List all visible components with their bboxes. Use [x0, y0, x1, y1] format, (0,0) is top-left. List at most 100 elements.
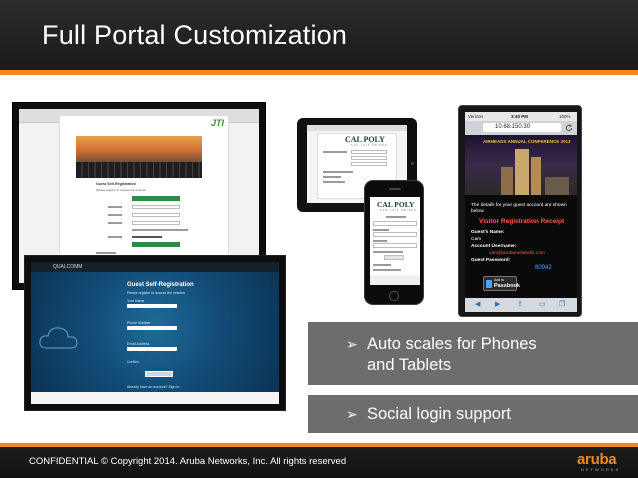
status-bar: Verizon 3:40 PM 100%	[465, 112, 577, 121]
form-field[interactable]	[373, 243, 417, 248]
back-icon[interactable]: ◀	[475, 300, 480, 308]
passbook-icon	[486, 280, 492, 288]
desktop-screen-alt: QUALCOMM Guest Self-Registration Please …	[31, 262, 279, 404]
form-label	[108, 236, 122, 238]
sign-in-link[interactable]: Already have an account? Sign In	[127, 385, 179, 389]
passbook-add-label: Add to	[494, 278, 505, 282]
copyright-text: CONFIDENTIAL © Copyright 2014. Aruba Net…	[29, 456, 347, 467]
form-note	[132, 236, 162, 238]
guest-name-value: Cam	[471, 237, 482, 242]
building-graphic	[515, 149, 529, 195]
username-value: cam@arubanetworks.com	[489, 251, 545, 256]
clock-label: 3:40 PM	[511, 114, 529, 119]
jti-logo: JTI	[210, 118, 224, 128]
form-field[interactable]	[351, 150, 387, 154]
forward-icon[interactable]: ▶	[495, 300, 500, 308]
header-accent-rule	[0, 70, 638, 75]
receipt-heading: Visitor Registration Receipt	[479, 218, 565, 225]
building-graphic	[545, 177, 569, 195]
aruba-logo: aruba NETWORKS	[577, 452, 625, 473]
event-banner-image: AIRHEADS ANNUAL CONFERENCE 2013	[465, 135, 577, 195]
slide-title: Full Portal Customization	[42, 20, 348, 50]
phone-footer-strip	[370, 275, 420, 285]
phone-receipt-device: Verizon 3:40 PM 100% 10.68.150.30 AIRHEA…	[458, 105, 582, 317]
portal-heading: Guest Self-Registration	[96, 182, 136, 186]
arrow-bullet-icon: ➢	[346, 336, 358, 352]
register-button[interactable]	[384, 255, 404, 260]
bullet-text-line2: and Tablets	[367, 356, 452, 374]
username-label: Account Username:	[471, 244, 517, 249]
form-field[interactable]	[373, 232, 417, 237]
slide: Full Portal Customization JTI Guest Self…	[0, 0, 638, 478]
tablet-camera	[411, 162, 414, 165]
form-header-bar	[132, 196, 180, 201]
callout-auto-scales: ➢ Auto scales for Phones and Tablets	[308, 322, 638, 385]
arrow-bullet-icon: ➢	[346, 406, 358, 422]
bullet-text-line1: Social login support	[367, 405, 512, 423]
portal-subheading: Please register to access the network	[96, 188, 146, 192]
phone-speaker	[389, 188, 401, 190]
register-button[interactable]	[132, 242, 180, 247]
passbook-button[interactable]: Add to Passbook	[483, 276, 520, 291]
browser-toolbar: ◀ ▶ ⇪ ▭ ❐	[465, 298, 577, 312]
portal-footer-strip	[31, 392, 279, 404]
url-text: 10.68.150.30	[495, 124, 531, 130]
form-note	[323, 181, 345, 183]
passbook-label: Passbook	[494, 283, 520, 289]
header-bar: Full Portal Customization	[0, 0, 638, 70]
phone-device: CAL POLY SAN LUIS OBISPO	[364, 180, 424, 305]
tabs-icon[interactable]: ❐	[559, 300, 565, 308]
form-label	[373, 229, 389, 231]
share-icon[interactable]: ⇪	[517, 300, 523, 308]
form-note	[373, 269, 401, 271]
calpoly-subtitle: SAN LUIS OBISPO	[351, 144, 388, 147]
calpoly-logo: CAL POLY	[345, 135, 385, 144]
carrier-label: Verizon	[468, 114, 484, 119]
form-label-phone: Phone Number	[127, 321, 151, 325]
event-title: AIRHEADS ANNUAL CONFERENCE 2013	[483, 139, 571, 144]
receipt-screen: Verizon 3:40 PM 100% 10.68.150.30 AIRHEA…	[465, 112, 577, 312]
portal-screenshot-desktop-alt: QUALCOMM Guest Self-Registration Please …	[24, 255, 286, 411]
phone-home-button	[389, 291, 399, 301]
form-note	[373, 264, 391, 266]
register-button[interactable]	[145, 371, 173, 377]
form-field[interactable]	[132, 221, 180, 225]
phone-field[interactable]	[127, 326, 177, 330]
form-label-email: Email Address	[127, 342, 150, 346]
reload-icon[interactable]	[565, 124, 573, 132]
tablet-browser-bar	[307, 125, 407, 131]
aruba-wordmark: aruba	[577, 451, 617, 468]
form-field[interactable]	[373, 221, 417, 226]
cloud-icon	[39, 327, 78, 349]
url-field[interactable]: 10.68.150.30	[483, 123, 561, 132]
form-note	[96, 252, 116, 254]
form-label	[373, 240, 387, 242]
form-note	[132, 229, 188, 231]
form-header	[386, 216, 406, 218]
calpoly-logo: CAL POLY	[377, 200, 415, 209]
form-field[interactable]	[351, 162, 387, 166]
form-note	[323, 171, 353, 173]
calpoly-subtitle: SAN LUIS OBISPO	[380, 209, 417, 212]
portal-panel: Guest Self-Registration Please register …	[31, 272, 279, 392]
portal-heading: Guest Self-Registration	[127, 282, 194, 288]
form-field[interactable]	[132, 213, 180, 217]
form-field[interactable]	[351, 156, 387, 160]
guest-name-label: Guest's Name:	[471, 230, 505, 235]
form-label	[108, 214, 122, 216]
battery-label: 100%	[559, 114, 571, 119]
receipt-intro: The details for your guest account are s…	[471, 203, 567, 214]
form-label	[323, 151, 347, 153]
name-field[interactable]	[127, 304, 177, 308]
bookmarks-icon[interactable]: ▭	[539, 300, 546, 308]
confirm-label: Confirm	[127, 360, 140, 364]
form-label	[108, 206, 122, 208]
form-note	[323, 176, 341, 178]
qualcomm-logo: QUALCOMM	[53, 264, 83, 270]
email-field[interactable]	[127, 347, 177, 351]
footer-bar: CONFIDENTIAL © Copyright 2014. Aruba Net…	[0, 447, 638, 478]
building-graphic	[501, 167, 513, 195]
password-value: 80942	[535, 265, 552, 271]
form-field[interactable]	[132, 205, 180, 209]
form-label	[108, 222, 122, 224]
